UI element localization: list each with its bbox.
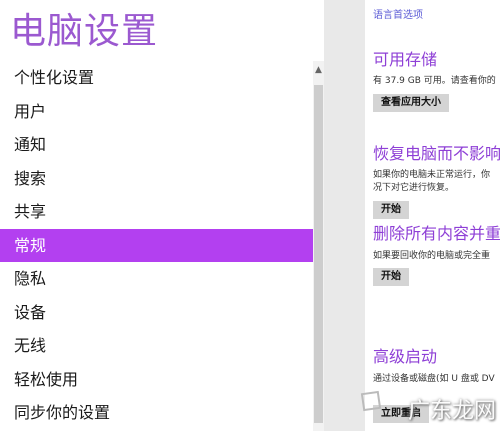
general-settings-pane: 语言首选项 可用存储 有 37.9 GB 可用。请查看你的 查看应用大小 恢复电… [365,0,500,431]
language-preferences-link[interactable]: 语言首选项 [373,6,423,21]
advanced-startup-text: 通过设备或磁盘(如 U 盘或 DV [373,374,495,384]
advanced-startup-title: 高级启动 [373,347,438,366]
watermark-logo [360,390,382,412]
scroll-thumb[interactable] [314,85,323,423]
nav-item-wireless[interactable]: 无线 [0,329,313,363]
nav-item-devices[interactable]: 设备 [0,296,313,330]
reset-text: 如果要回收你的电脑或完全重 [373,251,491,261]
nav-scrollbar[interactable]: ▲ [313,61,324,431]
nav-item-ease-of-access[interactable]: 轻松使用 [0,363,313,397]
left-pane: 电脑设置 个性化设置 用户 通知 搜索 共享 常规 隐私 设备 无线 轻松使用 … [0,0,313,431]
nav-item-share[interactable]: 共享 [0,195,313,229]
storage-title: 可用存储 [373,50,438,69]
view-app-sizes-button[interactable]: 查看应用大小 [373,94,449,112]
nav-item-search[interactable]: 搜索 [0,162,313,196]
settings-nav: 个性化设置 用户 通知 搜索 共享 常规 隐私 设备 无线 轻松使用 同步你的设… [0,61,313,430]
pane-divider [324,0,365,431]
nav-item-users[interactable]: 用户 [0,95,313,129]
nav-item-notifications[interactable]: 通知 [0,128,313,162]
refresh-text-2: 况下对它进行恢复。 [373,183,455,193]
watermark: 广东龙网 [407,399,496,424]
storage-text: 有 37.9 GB 可用。请查看你的 [373,76,496,86]
nav-item-privacy[interactable]: 隐私 [0,262,313,296]
nav-item-personalize[interactable]: 个性化设置 [0,61,313,95]
refresh-title: 恢复电脑而不影响 [373,144,500,163]
refresh-text-1: 如果你的电脑未正常运行，你 [373,170,491,180]
app-title: 电脑设置 [10,11,159,52]
reset-start-button[interactable]: 开始 [373,268,409,286]
nav-item-general[interactable]: 常规 [0,228,313,262]
refresh-start-button[interactable]: 开始 [373,201,409,219]
nav-item-sync[interactable]: 同步你的设置 [0,396,313,430]
reset-title: 删除所有内容并重 [373,224,500,243]
scroll-up-arrow-icon[interactable]: ▲ [313,63,324,77]
